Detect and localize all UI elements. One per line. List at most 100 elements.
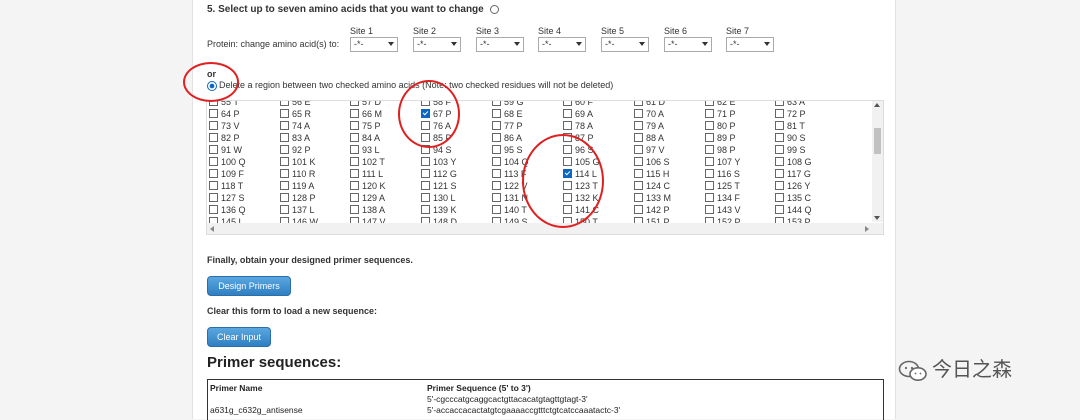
amino-acid-option[interactable]: 107 Y xyxy=(705,156,740,168)
amino-acid-checkbox[interactable] xyxy=(350,133,359,142)
amino-acid-checkbox[interactable] xyxy=(280,169,289,178)
amino-acid-option[interactable]: 103 Y xyxy=(421,156,456,168)
amino-acid-checkbox[interactable] xyxy=(775,101,784,106)
amino-acid-option[interactable]: 130 L xyxy=(421,192,456,204)
amino-acid-checkbox[interactable] xyxy=(775,121,784,130)
vertical-scrollbar[interactable] xyxy=(872,101,883,222)
amino-acid-checkbox[interactable] xyxy=(209,205,218,214)
amino-acid-checkbox[interactable] xyxy=(705,169,714,178)
site7-select[interactable]: -*- xyxy=(726,37,774,52)
amino-acid-option[interactable]: 110 R xyxy=(280,168,315,180)
amino-acid-option[interactable]: 79 A xyxy=(634,120,664,132)
amino-acid-option[interactable]: 134 F xyxy=(705,192,740,204)
amino-acid-checkbox[interactable] xyxy=(492,181,501,190)
amino-acid-checkbox[interactable] xyxy=(705,205,714,214)
amino-acid-checkbox[interactable] xyxy=(705,133,714,142)
amino-acid-option[interactable]: 63 A xyxy=(775,101,805,108)
amino-acid-option[interactable]: 119 A xyxy=(280,180,314,192)
amino-acid-checkbox[interactable] xyxy=(492,169,501,178)
amino-acid-checkbox[interactable] xyxy=(280,101,289,106)
amino-acid-checkbox[interactable] xyxy=(350,109,359,118)
amino-acid-option[interactable]: 95 S xyxy=(492,144,523,156)
amino-acid-option[interactable]: 101 K xyxy=(280,156,316,168)
amino-acid-option[interactable]: 82 P xyxy=(209,132,240,144)
amino-acid-option[interactable]: 60 F xyxy=(563,101,593,108)
amino-acid-option[interactable]: 126 Y xyxy=(775,180,810,192)
amino-acid-checkbox[interactable] xyxy=(350,169,359,178)
amino-acid-checkbox[interactable] xyxy=(634,181,643,190)
scroll-down-icon[interactable] xyxy=(874,216,880,220)
amino-acid-checkbox[interactable] xyxy=(421,205,430,214)
scroll-thumb[interactable] xyxy=(874,128,881,154)
amino-acid-checkbox[interactable] xyxy=(775,181,784,190)
amino-acid-option[interactable]: 118 T xyxy=(209,180,243,192)
amino-acid-option[interactable]: 125 T xyxy=(705,180,740,192)
amino-acid-option[interactable]: 143 V xyxy=(705,204,741,216)
amino-acid-checkbox[interactable] xyxy=(209,181,218,190)
amino-acid-option[interactable]: 117 G xyxy=(775,168,811,180)
amino-acid-option[interactable]: 120 K xyxy=(350,180,386,192)
amino-acid-option[interactable]: 66 M xyxy=(350,108,382,120)
amino-acid-checkbox[interactable] xyxy=(492,121,501,130)
amino-acid-option[interactable]: 106 S xyxy=(634,156,670,168)
amino-acid-checkbox[interactable] xyxy=(634,133,643,142)
amino-acid-checkbox[interactable] xyxy=(280,109,289,118)
amino-acid-checkbox[interactable] xyxy=(634,205,643,214)
amino-acid-checkbox[interactable] xyxy=(634,145,643,154)
site3-select[interactable]: -*- xyxy=(476,37,524,52)
amino-acid-checkbox[interactable] xyxy=(421,157,430,166)
amino-acid-option[interactable]: 64 P xyxy=(209,108,240,120)
amino-acid-checkbox[interactable] xyxy=(421,193,430,202)
amino-acid-option[interactable]: 121 S xyxy=(421,180,457,192)
amino-acid-option[interactable]: 70 A xyxy=(634,108,664,120)
amino-acid-checkbox[interactable] xyxy=(350,157,359,166)
amino-acid-option[interactable]: 138 A xyxy=(350,204,385,216)
amino-acid-option[interactable]: 102 T xyxy=(350,156,385,168)
amino-acid-checkbox[interactable] xyxy=(350,193,359,202)
amino-acid-checkbox[interactable] xyxy=(492,205,501,214)
amino-acid-checkbox[interactable] xyxy=(421,181,430,190)
amino-acid-checkbox[interactable] xyxy=(775,193,784,202)
amino-acid-checkbox[interactable] xyxy=(209,169,218,178)
amino-acid-checkbox[interactable] xyxy=(209,121,218,130)
amino-acid-checkbox[interactable] xyxy=(421,169,430,178)
amino-acid-checkbox[interactable] xyxy=(350,145,359,154)
amino-acid-option[interactable]: 57 D xyxy=(350,101,381,108)
amino-acid-option[interactable]: 97 V xyxy=(634,144,665,156)
amino-acid-option[interactable]: 115 H xyxy=(634,168,669,180)
amino-acid-option[interactable]: 88 A xyxy=(634,132,664,144)
scroll-up-icon[interactable] xyxy=(874,103,880,107)
amino-acid-option[interactable]: 89 P xyxy=(705,132,736,144)
amino-acid-option[interactable]: 133 M xyxy=(634,192,671,204)
amino-acid-option[interactable]: 100 Q xyxy=(209,156,246,168)
amino-acid-option[interactable]: 124 C xyxy=(634,180,670,192)
amino-acid-checkbox[interactable] xyxy=(775,109,784,118)
amino-acid-option[interactable]: 116 S xyxy=(705,168,740,180)
amino-acid-checkbox[interactable] xyxy=(705,101,714,106)
amino-acid-checkbox[interactable] xyxy=(492,101,501,106)
amino-acid-option[interactable]: 142 P xyxy=(634,204,670,216)
amino-acid-checkbox[interactable] xyxy=(209,145,218,154)
amino-acid-option[interactable]: 137 L xyxy=(280,204,315,216)
amino-acid-checkbox[interactable] xyxy=(705,193,714,202)
amino-acid-checkbox[interactable] xyxy=(563,101,572,106)
amino-acid-option[interactable]: 136 Q xyxy=(209,204,246,216)
amino-acid-checkbox[interactable] xyxy=(775,169,784,178)
amino-acid-checkbox[interactable] xyxy=(350,101,359,106)
site6-select[interactable]: -*- xyxy=(664,37,712,52)
amino-acid-checkbox[interactable] xyxy=(280,133,289,142)
design-primers-button[interactable]: Design Primers xyxy=(207,276,291,296)
amino-acid-checkbox[interactable] xyxy=(492,145,501,154)
amino-acid-option[interactable]: 83 A xyxy=(280,132,310,144)
amino-acid-option[interactable]: 90 S xyxy=(775,132,806,144)
amino-acid-checkbox[interactable] xyxy=(634,169,643,178)
amino-acid-checkbox[interactable] xyxy=(280,145,289,154)
amino-acid-checkbox[interactable] xyxy=(280,193,289,202)
amino-acid-checkbox[interactable] xyxy=(634,101,643,106)
amino-acid-option[interactable]: 62 E xyxy=(705,101,736,108)
amino-acid-checkbox[interactable] xyxy=(209,133,218,142)
amino-acid-checkbox[interactable] xyxy=(563,121,572,130)
site2-select[interactable]: -*- xyxy=(413,37,461,52)
site5-select[interactable]: -*- xyxy=(601,37,649,52)
amino-acid-option[interactable]: 112 G xyxy=(421,168,457,180)
